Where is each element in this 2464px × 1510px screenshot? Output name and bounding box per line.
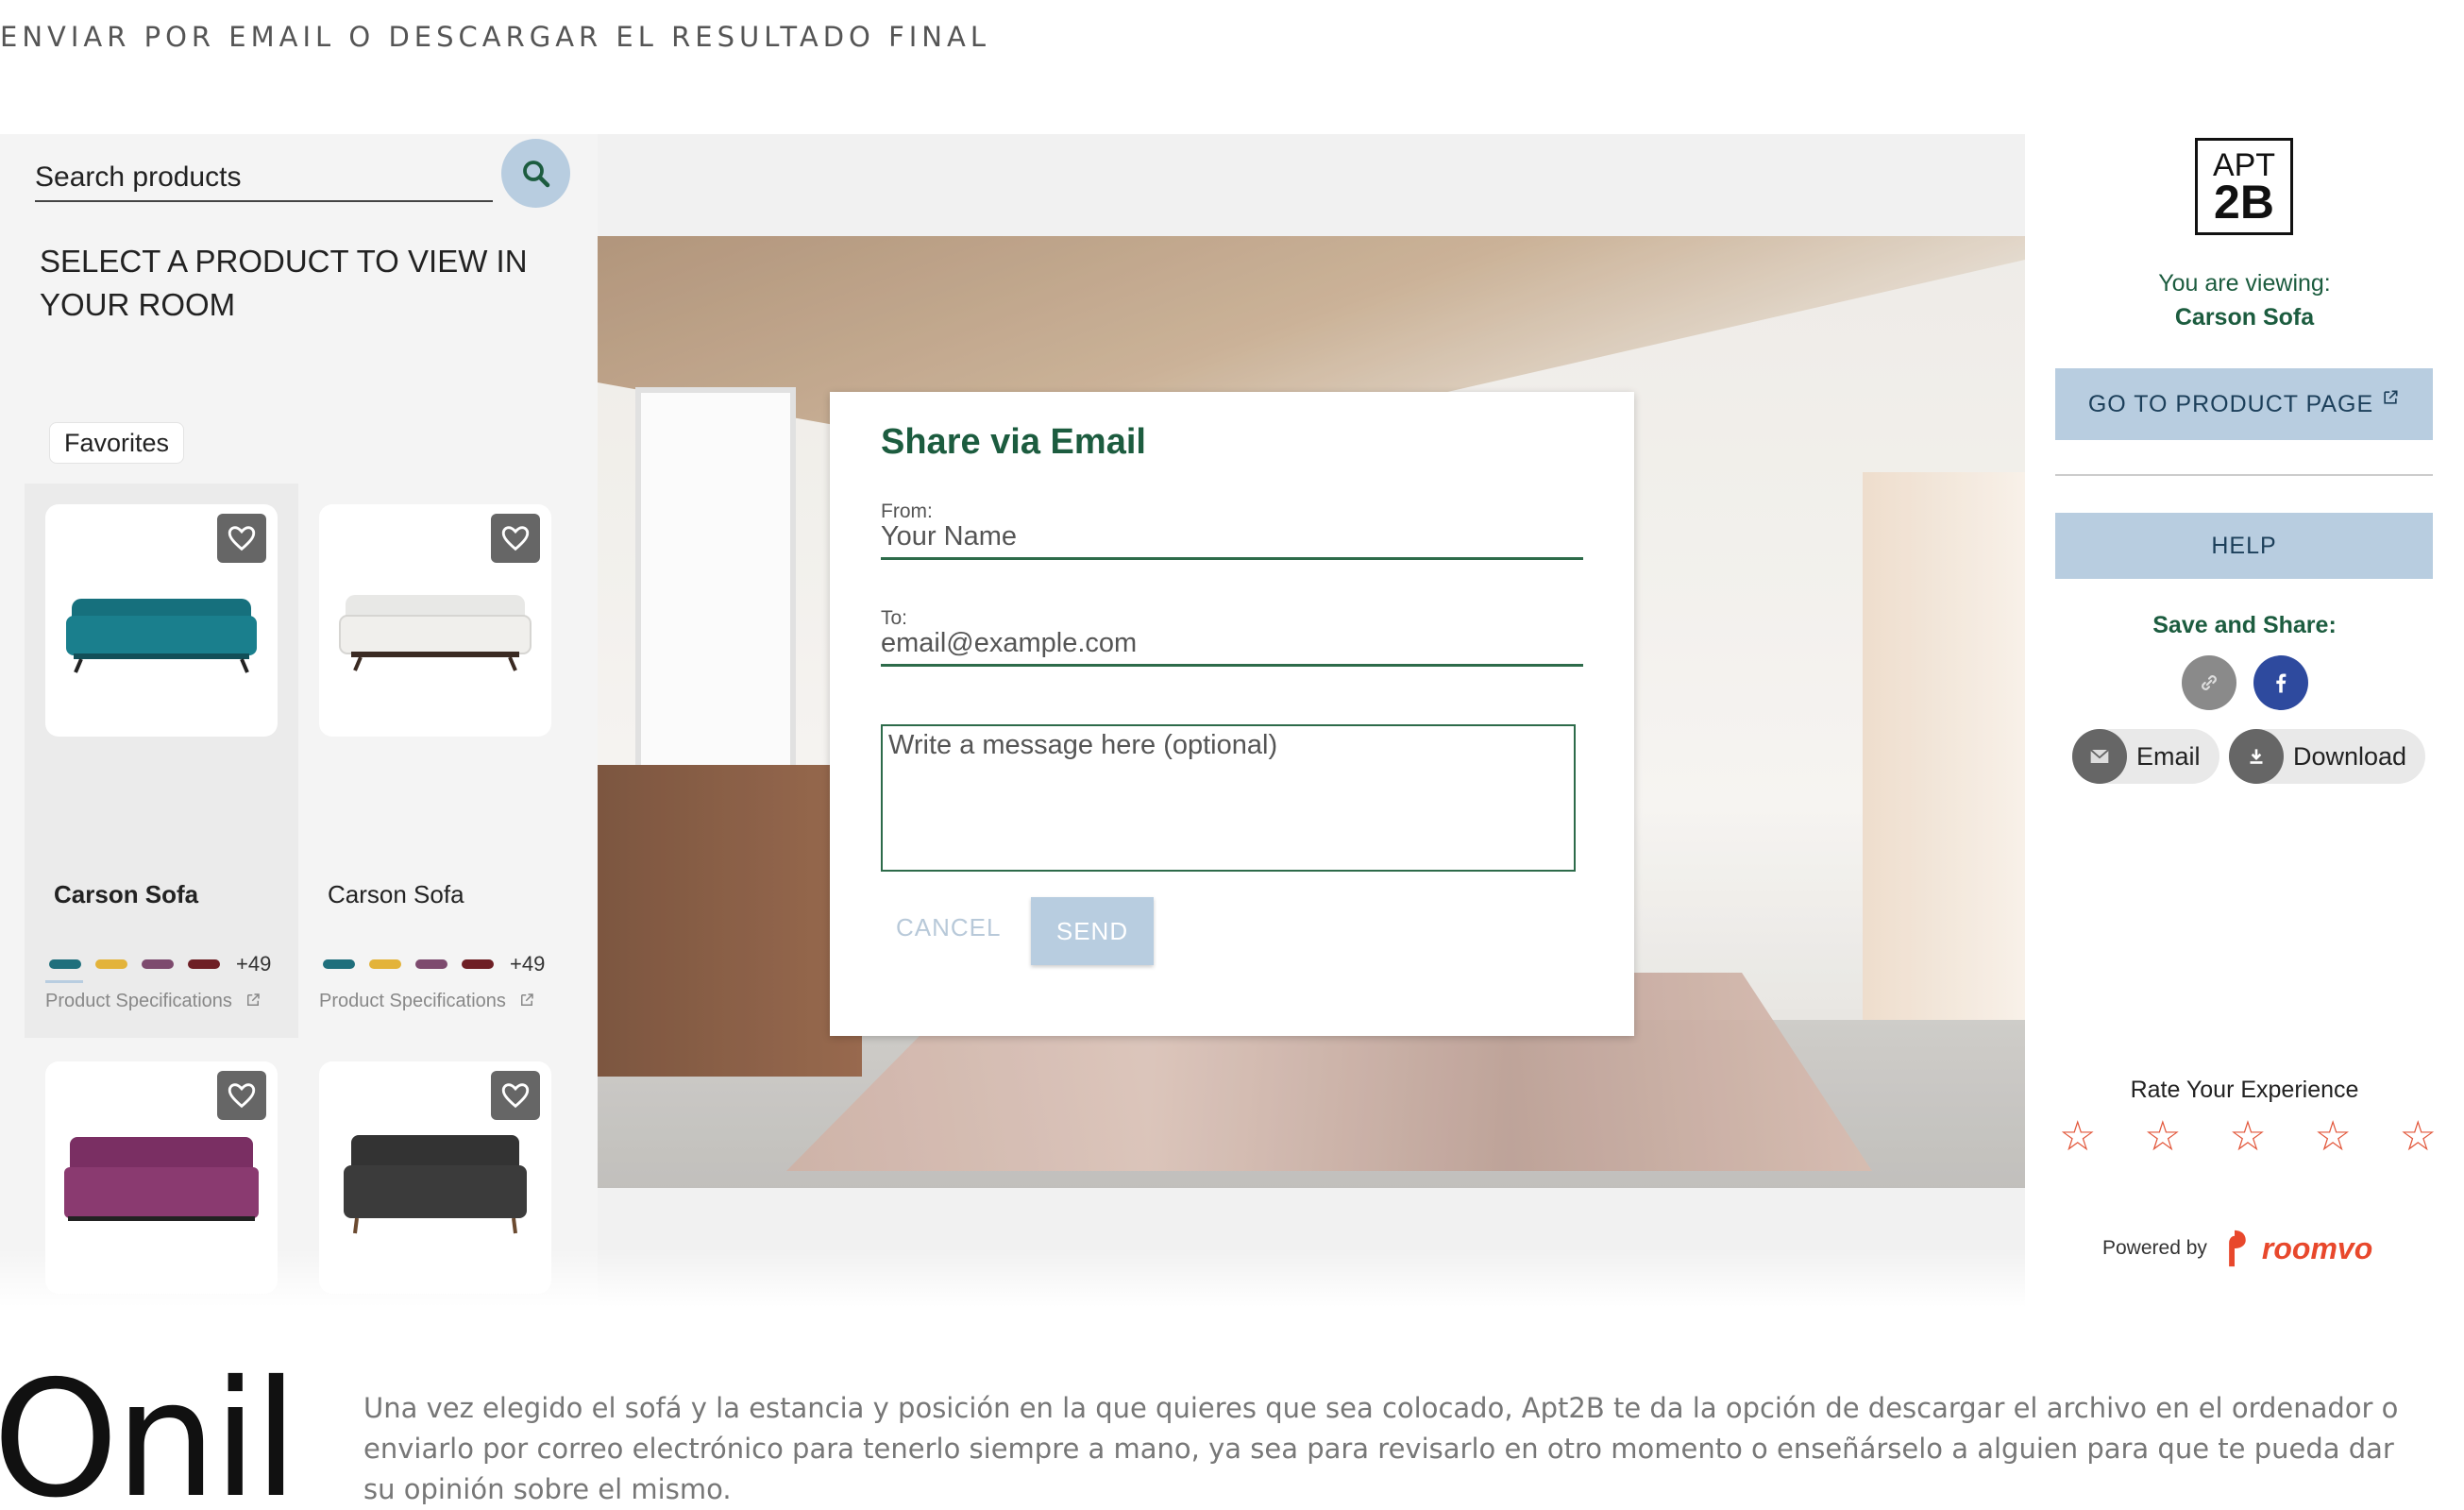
share-email-dialog: Share via Email From: To: CANCEL SEND bbox=[830, 392, 1634, 1036]
download-button-label: Download bbox=[2293, 741, 2407, 771]
info-panel: APT 2B You are viewing: Carson Sofa GO T… bbox=[2025, 134, 2464, 1307]
favorites-chip[interactable]: Favorites bbox=[49, 422, 185, 464]
rate-experience-label: Rate Your Experience bbox=[2130, 1077, 2359, 1103]
link-icon bbox=[2202, 675, 2217, 690]
external-link-icon bbox=[247, 993, 261, 1006]
save-share-label: Save and Share: bbox=[2152, 612, 2337, 638]
color-swatches: +49 bbox=[49, 952, 271, 976]
copy-link-button[interactable] bbox=[2182, 655, 2236, 710]
product-name[interactable]: Carson Sofa bbox=[54, 880, 198, 909]
email-icon-circle bbox=[2072, 729, 2127, 784]
roomvo-brand: roomvo bbox=[2261, 1230, 2373, 1265]
favorite-heart-button[interactable] bbox=[491, 514, 540, 563]
search-input[interactable] bbox=[35, 155, 493, 200]
selected-swatch-indicator bbox=[45, 980, 83, 983]
heart-icon bbox=[228, 526, 256, 551]
swatch-teal[interactable] bbox=[49, 959, 81, 969]
select-product-title: SELECT A PRODUCT TO VIEW IN YOUR ROOM bbox=[40, 244, 528, 322]
more-colors-count[interactable]: +49 bbox=[236, 952, 271, 976]
go-to-product-page-button[interactable]: GO TO PRODUCT PAGE bbox=[2055, 368, 2433, 440]
powered-by-label: Powered by bbox=[2102, 1237, 2207, 1259]
external-link-icon bbox=[521, 993, 534, 1006]
email-icon bbox=[2090, 749, 2109, 763]
heart-icon bbox=[228, 1083, 256, 1109]
help-button[interactable]: HELP bbox=[2055, 513, 2433, 579]
divider bbox=[2055, 474, 2433, 476]
visualizer-app: SELECT A PRODUCT TO VIEW IN YOUR ROOM Fa… bbox=[0, 134, 2464, 1307]
swatch-teal[interactable] bbox=[323, 959, 355, 969]
search-field[interactable] bbox=[35, 155, 493, 202]
rating-stars: ☆ ☆ ☆ ☆ ☆ bbox=[2059, 1116, 2437, 1158]
download-button[interactable]: Download bbox=[2229, 729, 2426, 784]
external-link-icon bbox=[2384, 390, 2398, 404]
swatch-burgundy[interactable] bbox=[188, 959, 220, 969]
star-1-icon[interactable]: ☆ bbox=[2059, 1116, 2096, 1158]
product-card-2[interactable] bbox=[319, 504, 551, 737]
favorite-heart-button[interactable] bbox=[217, 1071, 266, 1120]
message-textarea[interactable] bbox=[883, 726, 1574, 870]
page-heading: ENVIAR POR EMAIL O DESCARGAR EL RESULTAD… bbox=[0, 21, 990, 53]
product-card-1[interactable] bbox=[45, 504, 278, 737]
search-button[interactable] bbox=[501, 139, 570, 208]
powered-by-roomvo[interactable]: Powered by roomvo bbox=[2102, 1228, 2372, 1269]
swatch-yellow[interactable] bbox=[95, 959, 127, 969]
swatch-yellow[interactable] bbox=[369, 959, 401, 969]
favorite-heart-button[interactable] bbox=[491, 1071, 540, 1120]
download-icon bbox=[2250, 749, 2263, 764]
spec-label: Product Specifications bbox=[45, 991, 232, 1011]
email-button-label: Email bbox=[2136, 741, 2201, 771]
go-to-product-label: GO TO PRODUCT PAGE bbox=[2087, 390, 2374, 417]
send-button[interactable]: SEND bbox=[1031, 897, 1154, 965]
viewing-product-name: Carson Sofa bbox=[2174, 304, 2315, 331]
viewing-label: You are viewing: bbox=[2158, 270, 2331, 297]
star-3-icon[interactable]: ☆ bbox=[2229, 1116, 2266, 1158]
more-colors-count[interactable]: +49 bbox=[510, 952, 545, 976]
swatch-plum[interactable] bbox=[142, 959, 174, 969]
swatch-burgundy[interactable] bbox=[462, 959, 494, 969]
logo-text-bottom: 2B bbox=[2214, 175, 2274, 229]
to-field[interactable] bbox=[881, 623, 1583, 667]
swatch-plum[interactable] bbox=[415, 959, 447, 969]
bottom-fade bbox=[0, 1248, 2025, 1307]
download-icon-circle bbox=[2229, 729, 2284, 784]
favorite-heart-button[interactable] bbox=[217, 514, 266, 563]
heart-icon bbox=[501, 1083, 530, 1109]
cancel-button[interactable]: CANCEL bbox=[896, 913, 1001, 942]
message-field[interactable] bbox=[881, 724, 1576, 872]
product-panel: SELECT A PRODUCT TO VIEW IN YOUR ROOM Fa… bbox=[0, 134, 598, 1307]
email-share-button[interactable]: Email bbox=[2072, 729, 2219, 784]
star-4-icon[interactable]: ☆ bbox=[2314, 1116, 2351, 1158]
facebook-icon bbox=[2276, 673, 2287, 693]
heart-icon bbox=[501, 526, 530, 551]
apt2b-logo: APT 2B bbox=[2195, 138, 2293, 235]
footer-description: Una vez elegido el sofá y la estancia y … bbox=[363, 1392, 2399, 1505]
star-5-icon[interactable]: ☆ bbox=[2400, 1116, 2437, 1158]
footer-brand-logo: Onil bbox=[0, 1347, 298, 1510]
facebook-share-button[interactable] bbox=[2253, 655, 2308, 710]
page: ENVIAR POR EMAIL O DESCARGAR EL RESULTAD… bbox=[0, 0, 2464, 1510]
search-icon bbox=[522, 160, 549, 187]
product-name[interactable]: Carson Sofa bbox=[328, 880, 464, 909]
dialog-title: Share via Email bbox=[881, 422, 1146, 462]
star-2-icon[interactable]: ☆ bbox=[2144, 1116, 2181, 1158]
product-specifications-link[interactable]: Product Specifications bbox=[319, 991, 535, 1012]
to-email-input[interactable] bbox=[881, 623, 1583, 664]
product-specifications-link[interactable]: Product Specifications bbox=[45, 991, 262, 1012]
color-swatches: +49 bbox=[323, 952, 545, 976]
roomvo-logo-icon bbox=[2229, 1230, 2246, 1267]
from-field[interactable] bbox=[881, 517, 1583, 560]
from-name-input[interactable] bbox=[881, 517, 1583, 557]
spec-label: Product Specifications bbox=[319, 991, 506, 1011]
